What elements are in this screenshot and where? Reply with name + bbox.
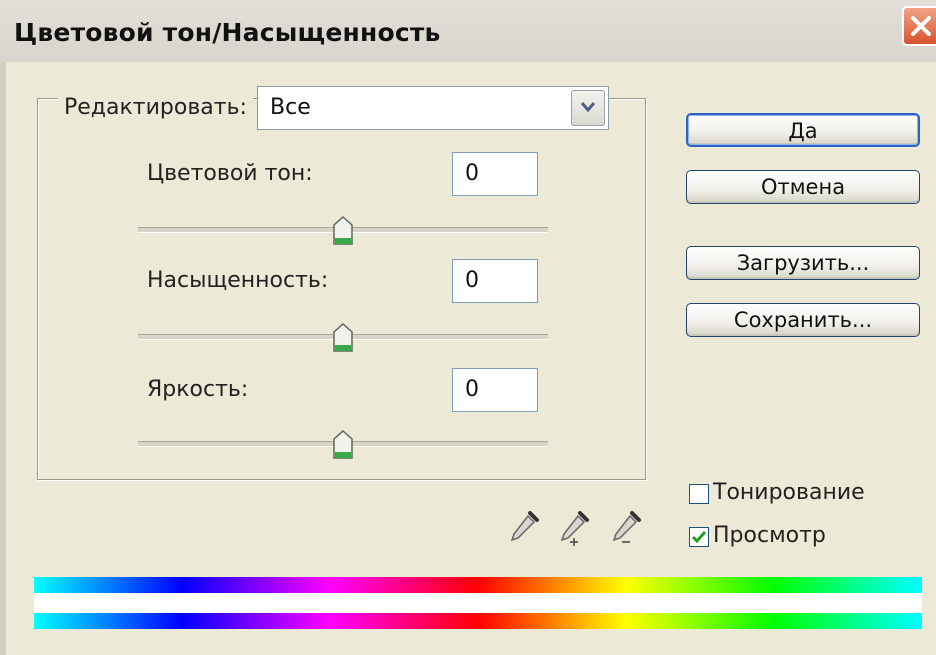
dropdown-arrow-button[interactable] bbox=[571, 90, 605, 126]
colorize-checkbox[interactable] bbox=[689, 484, 709, 504]
edit-groupbox bbox=[37, 98, 646, 480]
lightness-label: Яркость: bbox=[147, 377, 249, 402]
hue-value-field[interactable]: 0 bbox=[452, 152, 538, 196]
cancel-button[interactable]: Отмена bbox=[686, 170, 920, 204]
ok-button[interactable]: Да bbox=[686, 113, 920, 147]
input-color-spectrum bbox=[34, 577, 922, 593]
checkmark-icon bbox=[692, 531, 706, 544]
eyedropper-icon[interactable] bbox=[506, 510, 540, 546]
save-button[interactable]: Сохранить... bbox=[686, 303, 920, 337]
window-title: Цветовой тон/Насыщенность bbox=[14, 18, 441, 47]
lightness-value-field[interactable]: 0 bbox=[452, 368, 538, 412]
slider-thumb-icon[interactable] bbox=[332, 430, 354, 460]
eyedropper-plus-icon[interactable] bbox=[556, 510, 590, 546]
saturation-value: 0 bbox=[465, 268, 479, 293]
load-button[interactable]: Загрузить... bbox=[686, 246, 920, 280]
preview-label[interactable]: Просмотр bbox=[713, 523, 826, 548]
output-color-spectrum bbox=[34, 613, 922, 629]
saturation-label: Насыщенность: bbox=[147, 268, 329, 293]
close-button[interactable] bbox=[902, 6, 936, 46]
dropdown-arrow-icon bbox=[581, 102, 595, 113]
edit-dropdown[interactable]: Все bbox=[257, 86, 609, 130]
close-icon bbox=[911, 16, 931, 36]
preview-checkbox[interactable] bbox=[689, 527, 709, 547]
lightness-value: 0 bbox=[465, 377, 479, 402]
eyedropper-minus-icon[interactable] bbox=[608, 510, 642, 546]
title-bar[interactable]: Цветовой тон/Насыщенность bbox=[0, 0, 936, 62]
edit-dropdown-value: Все bbox=[270, 95, 311, 120]
hue-value: 0 bbox=[465, 161, 479, 186]
saturation-value-field[interactable]: 0 bbox=[452, 259, 538, 303]
colorize-label[interactable]: Тонирование bbox=[713, 480, 865, 505]
slider-thumb-icon[interactable] bbox=[332, 323, 354, 353]
hue-label: Цветовой тон: bbox=[147, 161, 313, 186]
spectrum-separator bbox=[34, 593, 922, 613]
slider-thumb-icon[interactable] bbox=[332, 216, 354, 246]
edit-label: Редактировать: bbox=[58, 86, 253, 130]
